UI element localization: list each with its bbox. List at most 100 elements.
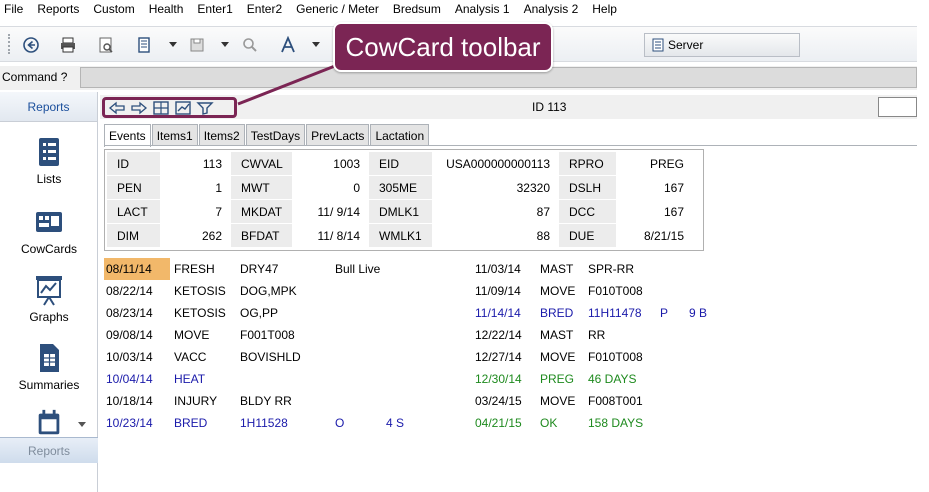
grid-value[interactable]: 88	[433, 224, 559, 248]
grid-label: DIM	[107, 224, 161, 248]
menu-custom[interactable]: Custom	[86, 1, 141, 17]
cowcard-header: ID 113	[100, 95, 917, 119]
event-event: MOVE	[540, 350, 576, 364]
nav-item-summaries[interactable]: Summaries	[0, 342, 98, 410]
grid-value[interactable]: 11/ 8/14	[293, 224, 369, 248]
event-extra: Bull Live	[335, 262, 381, 276]
event-row[interactable]: 08/23/14 KETOSIS OG,PP 11/14/14 BRED 11H11478…	[104, 302, 917, 324]
tab-items2[interactable]: Items2	[198, 124, 245, 146]
tab-items1[interactable]: Items1	[151, 124, 198, 146]
grid-value[interactable]: 167	[617, 200, 693, 224]
event-row[interactable]: 10/23/14 BRED 1H11528 O 4 S 04/21/15 OK 158 DAY…	[104, 412, 917, 434]
cowcard-toolbar-callout: CowCard toolbar	[333, 22, 553, 72]
event-event: VACC	[174, 350, 207, 364]
menu-file[interactable]: File	[0, 1, 30, 17]
tab-testdays[interactable]: TestDays	[245, 124, 306, 146]
print-preview-icon[interactable]	[96, 35, 116, 55]
grid-value[interactable]: 0	[293, 176, 369, 200]
event-remark: F001T008	[240, 328, 295, 342]
event-remark: DRY47	[240, 262, 279, 276]
summary-icon	[40, 344, 59, 372]
server-button[interactable]: Server	[644, 33, 800, 57]
font-dropdown-icon[interactable]	[312, 42, 320, 47]
menu-enter1[interactable]: Enter1	[190, 1, 239, 17]
leftnav-header[interactable]: Reports	[0, 92, 97, 122]
chart-icon[interactable]	[174, 100, 192, 115]
cow-id-title: ID 113	[532, 100, 567, 114]
tab-lactation[interactable]: Lactation	[370, 124, 430, 146]
font-icon[interactable]	[278, 35, 298, 55]
grid-value[interactable]: 262	[161, 224, 231, 248]
event-event: OK	[540, 416, 558, 430]
event-row[interactable]: 10/03/14 VACC BOVISHLD 12/27/14 MOVE F010T008	[104, 346, 917, 368]
event-remark: BOVISHLD	[240, 350, 301, 364]
grid-value[interactable]: PREG	[617, 152, 693, 176]
search-icon[interactable]	[240, 35, 260, 55]
event-remark: 46 DAYS	[588, 372, 637, 386]
event-date: 11/14/14	[475, 306, 521, 320]
grid-value[interactable]: 1003	[293, 152, 369, 176]
arrow-right-icon[interactable]	[130, 101, 148, 115]
event-remark: 158 DAYS	[588, 416, 644, 430]
event-row[interactable]: 08/11/14 FRESH DRY47 Bull Live 11/03/14 MAST S…	[104, 258, 917, 280]
menu-reports[interactable]: Reports	[30, 1, 86, 17]
event-remark: F010T008	[588, 350, 643, 364]
grid-label: DUE	[559, 224, 617, 248]
nav-item-graphs[interactable]: Graphs	[0, 274, 98, 342]
grid-value[interactable]: 11/ 9/14	[293, 200, 369, 224]
grid-value[interactable]: 167	[617, 176, 693, 200]
event-remark: OG,PP	[240, 306, 279, 320]
menu-analysis-2[interactable]: Analysis 2	[517, 1, 586, 17]
grid-value[interactable]: 8/21/15	[617, 224, 693, 248]
grid-value[interactable]: USA000000000113	[433, 152, 559, 176]
event-remark: DOG,MPK	[240, 284, 297, 298]
event-extra: O	[335, 416, 345, 430]
nav-label-graphs: Graphs	[29, 310, 69, 324]
menu-enter2[interactable]: Enter2	[240, 1, 289, 17]
event-date: 08/11/14	[104, 258, 170, 280]
grid-label: MWT	[231, 176, 293, 200]
nav-item-cowcards[interactable]: CowCards	[0, 206, 98, 274]
book-icon[interactable]	[134, 35, 154, 55]
event-remark: 11H11478	[588, 306, 642, 320]
save-icon[interactable]	[187, 35, 207, 55]
event-row[interactable]: 08/22/14 KETOSIS DOG,MPK 11/09/14 MOVE F010T0…	[104, 280, 917, 302]
event-extra: P	[660, 306, 669, 320]
event-row[interactable]: 10/18/14 INJURY BLDY RR 03/24/15 MOVE F008T00…	[104, 390, 917, 412]
grid-value[interactable]: 7	[161, 200, 231, 224]
menu-health[interactable]: Health	[142, 1, 191, 17]
event-row[interactable]: 10/04/14 HEAT 12/30/14 PREG 46 DAYS	[104, 368, 917, 390]
grid-value[interactable]: 1	[161, 176, 231, 200]
tab-prevlacts[interactable]: PrevLacts	[306, 124, 370, 146]
grid-label: LACT	[107, 200, 161, 224]
split-view-icon[interactable]	[152, 100, 170, 115]
back-icon[interactable]	[21, 35, 41, 55]
grid-value[interactable]: 113	[161, 152, 231, 176]
event-extra2: 9 B	[689, 306, 708, 320]
filter-icon[interactable]	[196, 101, 214, 115]
grid-value[interactable]: 87	[433, 200, 559, 224]
info-grid: ID 113 CWVAL 1003 EID USA000000000113 RPRO PREG…	[107, 152, 693, 248]
nav-item-lists[interactable]: Lists	[0, 136, 98, 204]
event-row[interactable]: 09/08/14 MOVE F001T008 12/22/14 MAST RR	[104, 324, 917, 346]
grid-label: DCC	[559, 200, 617, 224]
book-dropdown-icon[interactable]	[169, 42, 177, 47]
save-dropdown-icon[interactable]	[221, 42, 229, 47]
nav-scroll-down-icon[interactable]	[78, 422, 86, 427]
event-date: 11/03/14	[475, 262, 521, 276]
grid-value[interactable]: 32320	[433, 176, 559, 200]
menu-help[interactable]: Help	[585, 1, 624, 17]
leftnav-footer[interactable]: Reports	[0, 437, 98, 463]
print-icon[interactable]	[58, 35, 78, 55]
cow-id-input[interactable]	[878, 97, 917, 117]
menu-bredsum[interactable]: Bredsum	[386, 1, 448, 17]
event-remark: SPR-RR	[588, 262, 635, 276]
arrow-left-icon[interactable]	[108, 101, 126, 115]
tab-events[interactable]: Events	[104, 124, 151, 147]
toolbar-grip[interactable]	[8, 34, 11, 54]
event-remark: 1H11528	[240, 416, 288, 430]
menu-generic-meter[interactable]: Generic / Meter	[289, 1, 386, 17]
event-event: MAST	[540, 328, 574, 342]
event-date: 10/23/14	[106, 416, 153, 430]
menu-analysis-1[interactable]: Analysis 1	[448, 1, 517, 17]
